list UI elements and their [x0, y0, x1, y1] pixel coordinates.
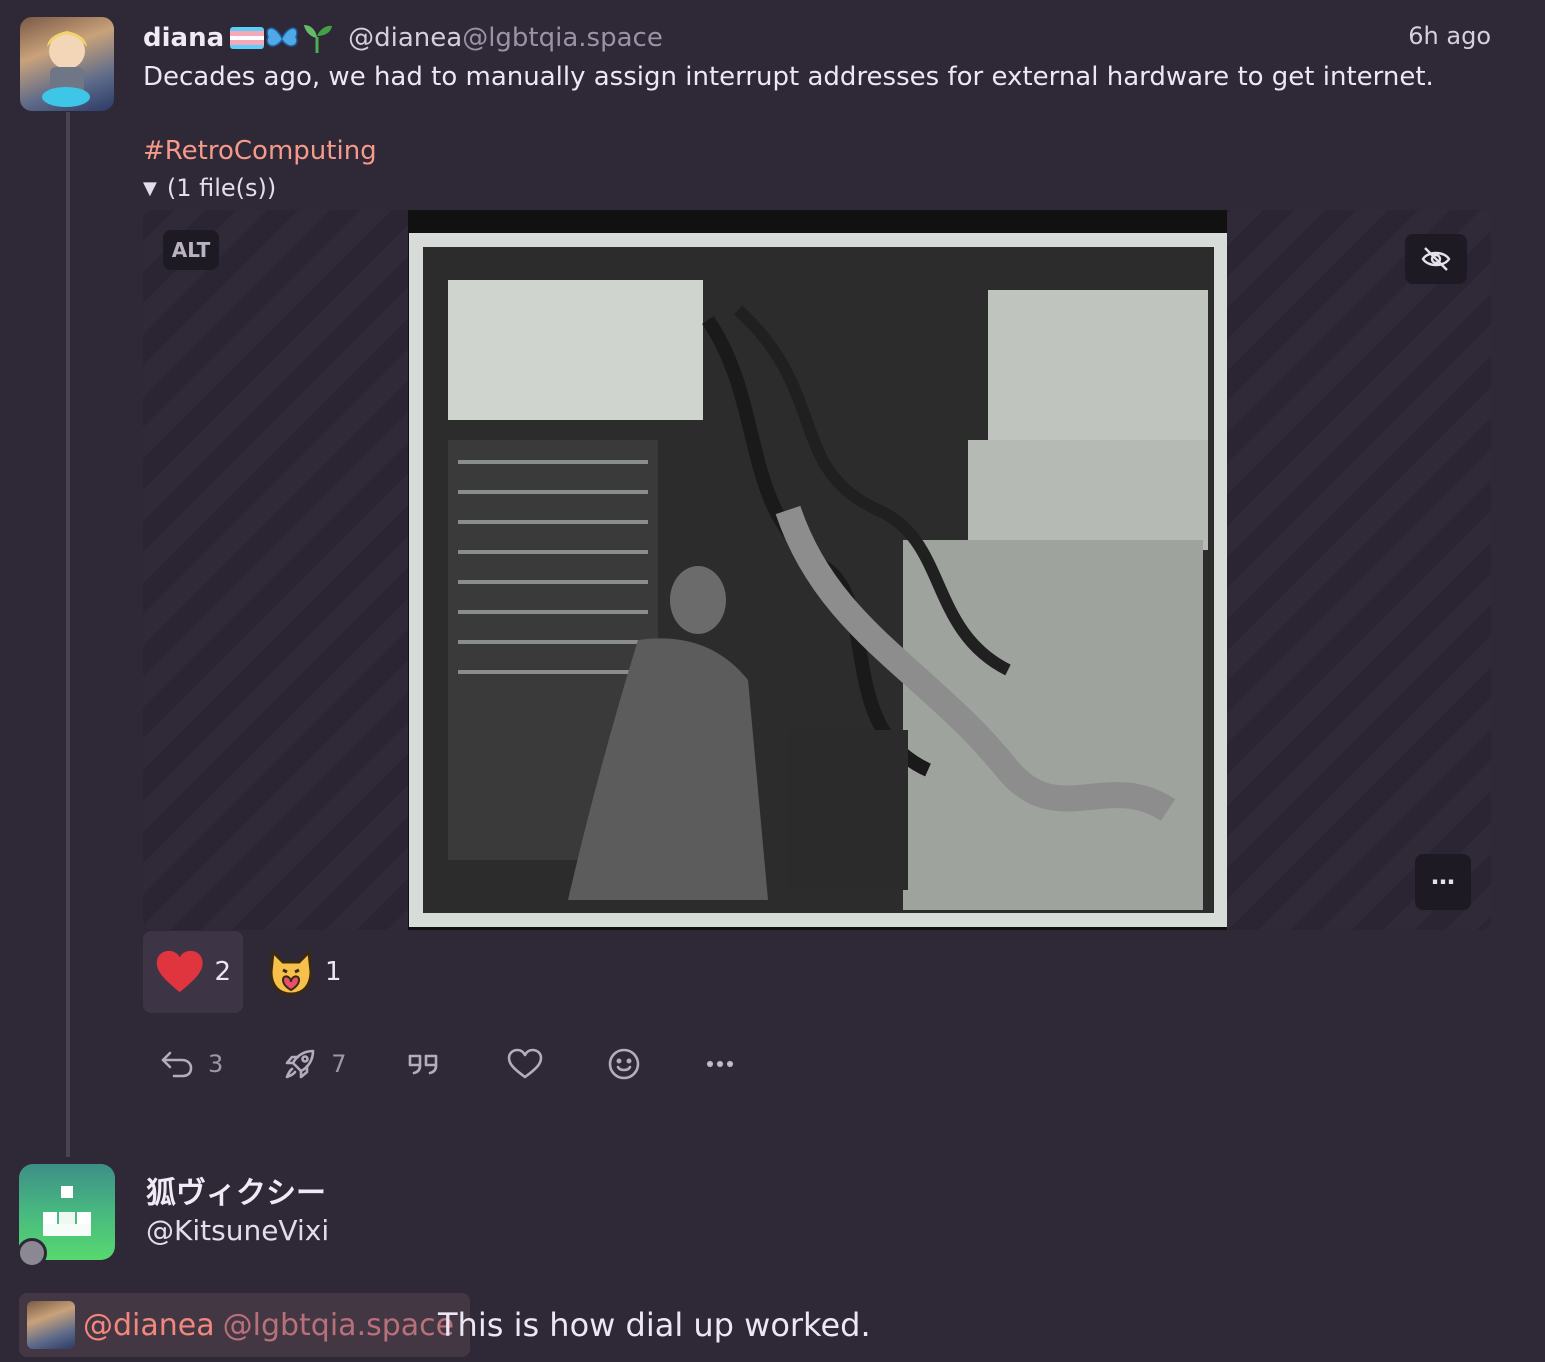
reply-text: This is how dial up worked. — [438, 1306, 871, 1344]
reaction-count: 1 — [325, 957, 342, 987]
reply-count: 3 — [208, 1050, 224, 1078]
cat-heart-hug-icon — [269, 948, 313, 996]
triangle-down-icon: ▼ — [143, 177, 157, 199]
alt-badge[interactable]: ALT — [163, 230, 219, 270]
post-header: diana @dianea @lgbtqia.space — [143, 18, 663, 58]
media-more-button[interactable]: ⋯ — [1415, 854, 1471, 910]
reply-author-display-name[interactable]: 狐ヴィクシー — [146, 1168, 326, 1212]
media-attachment[interactable]: ALT ⋯ — [143, 210, 1491, 930]
like-button[interactable] — [490, 1036, 560, 1092]
reply-button[interactable]: 3 — [143, 1036, 240, 1092]
react-button[interactable] — [590, 1036, 658, 1092]
hashtag-link[interactable]: #RetroComputing — [143, 136, 377, 166]
mention-username: @dianea — [83, 1307, 215, 1343]
attached-photo[interactable] — [408, 210, 1228, 930]
more-icon — [706, 1060, 733, 1068]
boost-button[interactable]: 7 — [266, 1036, 363, 1092]
mention-host: @lgbtqia.space — [222, 1307, 455, 1343]
more-button[interactable] — [688, 1036, 752, 1092]
smiley-icon — [608, 1048, 639, 1080]
files-toggle[interactable]: ▼ (1 file(s)) — [143, 174, 276, 202]
online-status-indicator — [17, 1238, 47, 1268]
reaction-cat[interactable]: 1 — [255, 931, 354, 1013]
thread-line — [66, 112, 70, 1157]
butterfly-icon — [266, 27, 298, 47]
reactions-bar: 2 1 — [143, 931, 354, 1013]
quote-button[interactable] — [390, 1036, 458, 1092]
reaction-count: 2 — [214, 957, 231, 987]
author-host: @lgbtqia.space — [462, 23, 663, 53]
name-emojis — [230, 21, 334, 55]
author-avatar[interactable] — [20, 17, 114, 111]
reply-author-handle[interactable]: @KitsuneVixi — [146, 1214, 329, 1247]
author-display-name[interactable]: diana — [143, 23, 224, 53]
files-toggle-label: (1 file(s)) — [166, 174, 277, 202]
trans-flag-icon — [230, 27, 265, 49]
post-timestamp[interactable]: 6h ago — [1408, 22, 1491, 50]
post-actions: 3 7 — [143, 1036, 752, 1092]
eye-off-icon — [1421, 247, 1451, 271]
reply-icon — [161, 1051, 193, 1078]
post-text: Decades ago, we had to manually assign i… — [143, 62, 1434, 92]
reaction-heart[interactable]: 2 — [143, 931, 243, 1013]
author-username[interactable]: @dianea — [348, 23, 462, 53]
rocket-icon — [285, 1049, 315, 1079]
heart-icon — [156, 950, 203, 993]
mention-avatar — [27, 1301, 75, 1349]
quote-icon — [408, 1054, 437, 1075]
heart-outline-icon — [507, 1048, 542, 1079]
mention-link[interactable]: @dianea @lgbtqia.space — [19, 1293, 471, 1357]
boost-count: 7 — [331, 1050, 347, 1078]
hide-media-button[interactable] — [1405, 234, 1467, 284]
seedling-icon — [304, 25, 333, 53]
